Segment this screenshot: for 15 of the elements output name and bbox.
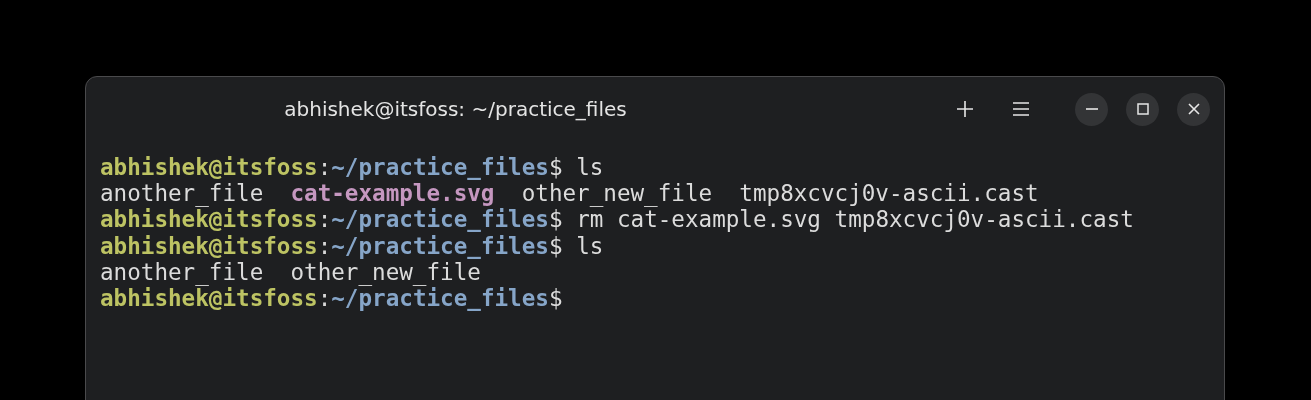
maximize-icon [1136, 103, 1149, 115]
terminal-line: another_file cat-example.svg other_new_file tmp8xcvcj0v-ascii.cast [100, 180, 1039, 207]
close-icon [1187, 103, 1200, 115]
menu-icon [1013, 102, 1029, 116]
window-title: abhishek@itsfoss: ~/practice_files [283, 97, 628, 121]
terminal-line: abhishek@itsfoss:~/practice_files$ ls [100, 232, 604, 259]
terminal-line: another_file other_new_file [100, 258, 481, 285]
maximize-button[interactable] [1126, 92, 1159, 126]
minimize-button[interactable] [1075, 92, 1108, 126]
terminal-line: abhishek@itsfoss:~/practice_files$ [100, 285, 563, 312]
close-button[interactable] [1177, 92, 1210, 126]
plus-icon [956, 100, 974, 118]
terminal-line: abhishek@itsfoss:~/practice_files$ rm cat-example.svg tmp8xcvcj0v-ascii.cast [100, 206, 1134, 233]
minimize-icon [1085, 107, 1098, 111]
terminal-line: abhishek@itsfoss:~/practice_files$ ls [100, 154, 604, 181]
